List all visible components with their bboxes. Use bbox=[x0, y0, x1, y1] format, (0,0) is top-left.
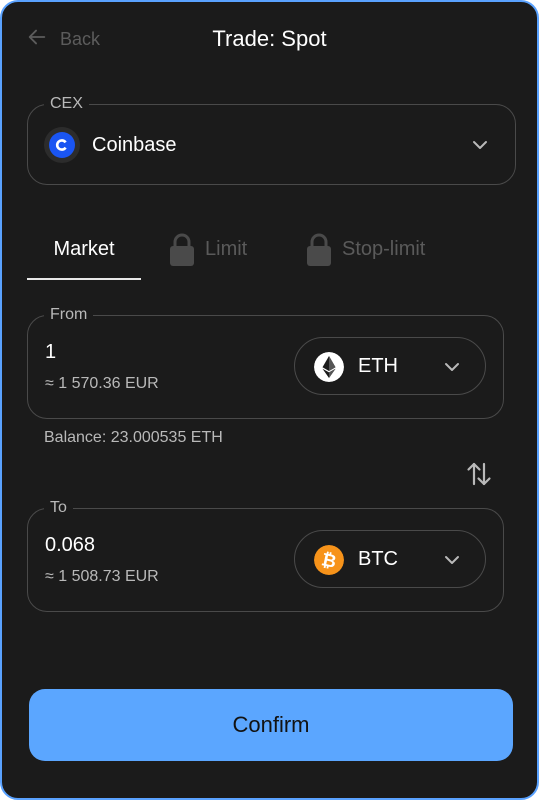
to-legend: To bbox=[44, 498, 73, 518]
coinbase-logo-icon bbox=[44, 127, 80, 163]
chevron-down-icon bbox=[445, 556, 459, 564]
active-tab-indicator bbox=[27, 278, 141, 280]
lock-icon bbox=[170, 233, 194, 266]
to-token-name: BTC bbox=[358, 548, 398, 570]
exchange-select[interactable]: CEX Coinbase bbox=[27, 94, 516, 185]
to-amount-input[interactable]: 0.068 bbox=[45, 533, 95, 557]
to-field: To 0.068 ≈ 1 508.73 EUR ₿ BTC bbox=[27, 498, 504, 612]
from-token-name: ETH bbox=[358, 355, 398, 377]
tab-market[interactable]: Market bbox=[27, 230, 141, 280]
from-legend: From bbox=[44, 305, 94, 325]
exchange-legend: CEX bbox=[44, 94, 89, 114]
chevron-down-icon bbox=[445, 363, 459, 371]
chevron-down-icon bbox=[473, 141, 487, 149]
bitcoin-icon: ₿ bbox=[314, 545, 344, 575]
tab-stop-limit[interactable]: Stop-limit bbox=[306, 230, 425, 280]
exchange-selected: Coinbase bbox=[92, 134, 177, 156]
tab-market-label: Market bbox=[53, 238, 115, 260]
lock-icon bbox=[307, 233, 331, 266]
to-fiat-value: ≈ 1 508.73 EUR bbox=[45, 568, 159, 585]
from-token-select[interactable]: ETH bbox=[294, 337, 486, 395]
from-amount-input[interactable]: 1 bbox=[45, 340, 56, 364]
tab-stop-limit-label: Stop-limit bbox=[342, 238, 426, 260]
ethereum-icon bbox=[314, 352, 344, 382]
tab-limit[interactable]: Limit bbox=[169, 230, 247, 280]
balance-text: Balance: 23.000535 ETH bbox=[44, 429, 223, 446]
swap-arrows-icon[interactable] bbox=[465, 460, 493, 488]
trade-panel: Back Trade: Spot CEX Coinbase Market Lim… bbox=[0, 0, 539, 800]
tab-limit-label: Limit bbox=[205, 238, 248, 260]
confirm-button[interactable]: Confirm bbox=[29, 689, 513, 761]
order-type-tabs: Market Limit Stop-limit bbox=[27, 230, 492, 282]
page-title: Trade: Spot bbox=[212, 26, 327, 51]
to-token-select[interactable]: ₿ BTC bbox=[294, 530, 486, 588]
from-field: From 1 ≈ 1 570.36 EUR ETH bbox=[27, 305, 504, 419]
from-fiat-value: ≈ 1 570.36 EUR bbox=[45, 375, 159, 392]
